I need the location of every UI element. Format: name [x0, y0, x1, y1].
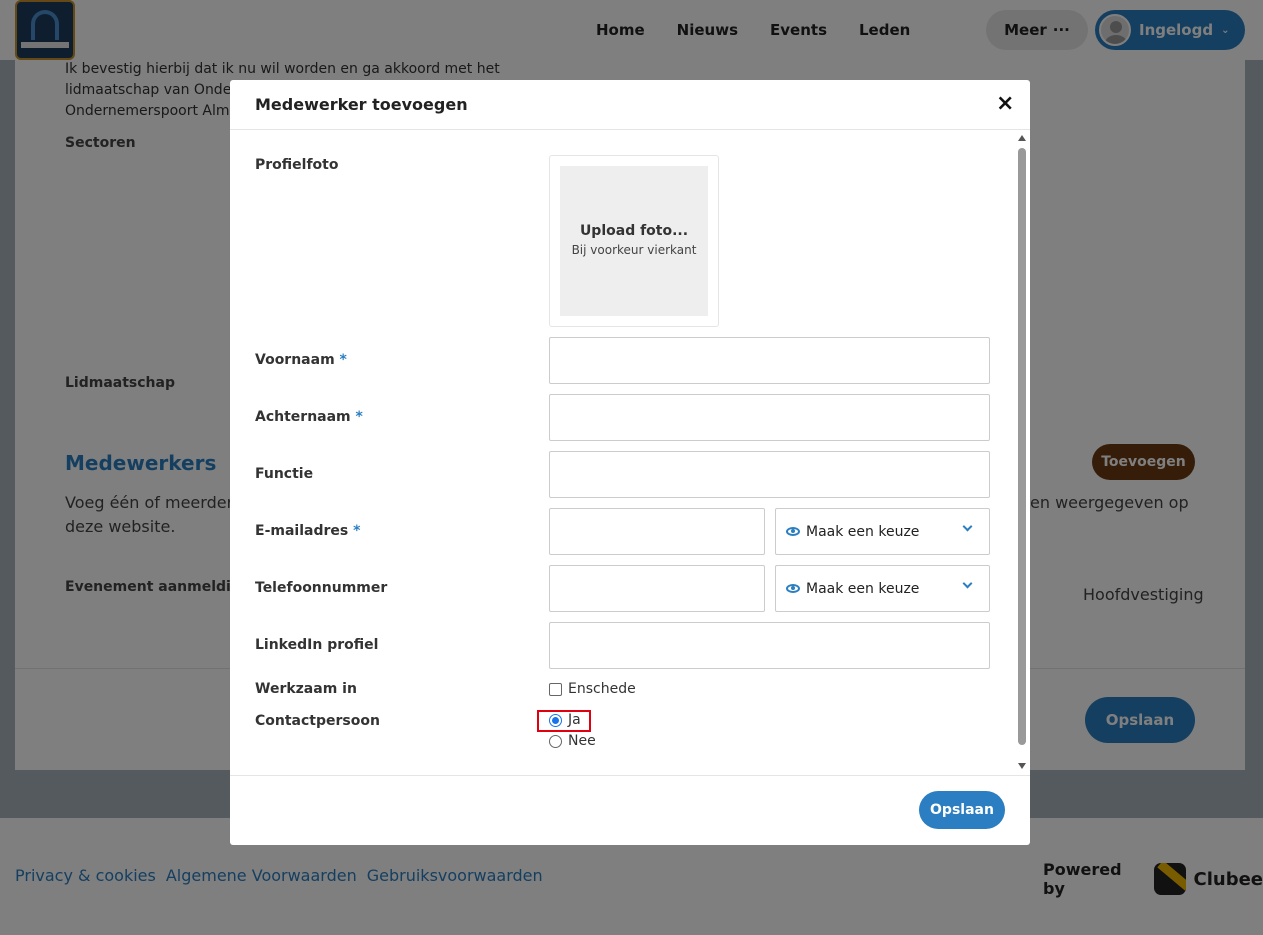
email-input[interactable] [549, 508, 765, 555]
achternaam-text: Achternaam [255, 409, 351, 425]
profielfoto-label: Profielfoto [255, 157, 339, 173]
linkedin-label: LinkedIn profiel [255, 637, 379, 653]
photo-upload[interactable]: Upload foto... Bij voorkeur vierkant [549, 155, 719, 327]
linkedin-input[interactable] [549, 622, 990, 669]
functie-input[interactable] [549, 451, 990, 498]
achternaam-input[interactable] [549, 394, 990, 441]
voornaam-text: Voornaam [255, 352, 335, 368]
photo-dropzone[interactable]: Upload foto... Bij voorkeur vierkant [560, 166, 708, 316]
modal-header: Medewerker toevoegen × [230, 80, 1030, 130]
scroll-thumb[interactable] [1018, 148, 1026, 745]
close-icon[interactable]: × [996, 92, 1014, 116]
required-mark: * [355, 409, 363, 425]
telefoon-label: Telefoonnummer [255, 580, 388, 596]
achternaam-label: Achternaam * [255, 409, 363, 425]
save-button[interactable]: Opslaan [919, 791, 1005, 829]
telefoon-visibility-select[interactable]: Maak een keuze [775, 565, 990, 612]
nee-label: Nee [568, 733, 596, 749]
select-value: Maak een keuze [806, 523, 920, 540]
scroll-down-icon[interactable] [1018, 763, 1026, 769]
werkzaam-option[interactable]: Enschede [549, 681, 636, 697]
email-visibility-select[interactable]: Maak een keuze [775, 508, 990, 555]
upload-title: Upload foto... [579, 223, 689, 239]
select-value: Maak een keuze [806, 580, 920, 597]
eye-icon [786, 584, 800, 593]
email-text: E-mailadres [255, 523, 349, 539]
chevron-down-icon [962, 521, 973, 532]
modal-title: Medewerker toevoegen [255, 95, 468, 114]
required-mark: * [353, 523, 361, 539]
modal-scrollbar[interactable] [1016, 133, 1028, 773]
highlight-box [537, 710, 591, 732]
werkzaam-label: Werkzaam in [255, 681, 357, 697]
contactpersoon-label: Contactpersoon [255, 713, 380, 729]
email-label: E-mailadres * [255, 523, 360, 539]
modal-footer: Opslaan [230, 775, 1030, 845]
contact-option-nee[interactable]: Nee [549, 733, 596, 749]
voornaam-input[interactable] [549, 337, 990, 384]
chevron-down-icon [962, 578, 973, 589]
add-employee-modal: Medewerker toevoegen × Profielfoto Uploa… [230, 80, 1030, 845]
voornaam-label: Voornaam * [255, 352, 347, 368]
required-mark: * [339, 352, 347, 368]
eye-icon [786, 527, 800, 536]
telefoon-input[interactable] [549, 565, 765, 612]
upload-subtitle: Bij voorkeur vierkant [571, 243, 697, 257]
scroll-up-icon[interactable] [1018, 135, 1026, 141]
enschede-label: Enschede [568, 681, 636, 697]
functie-label: Functie [255, 466, 314, 482]
enschede-checkbox[interactable] [549, 682, 562, 696]
nee-radio[interactable] [549, 734, 562, 748]
